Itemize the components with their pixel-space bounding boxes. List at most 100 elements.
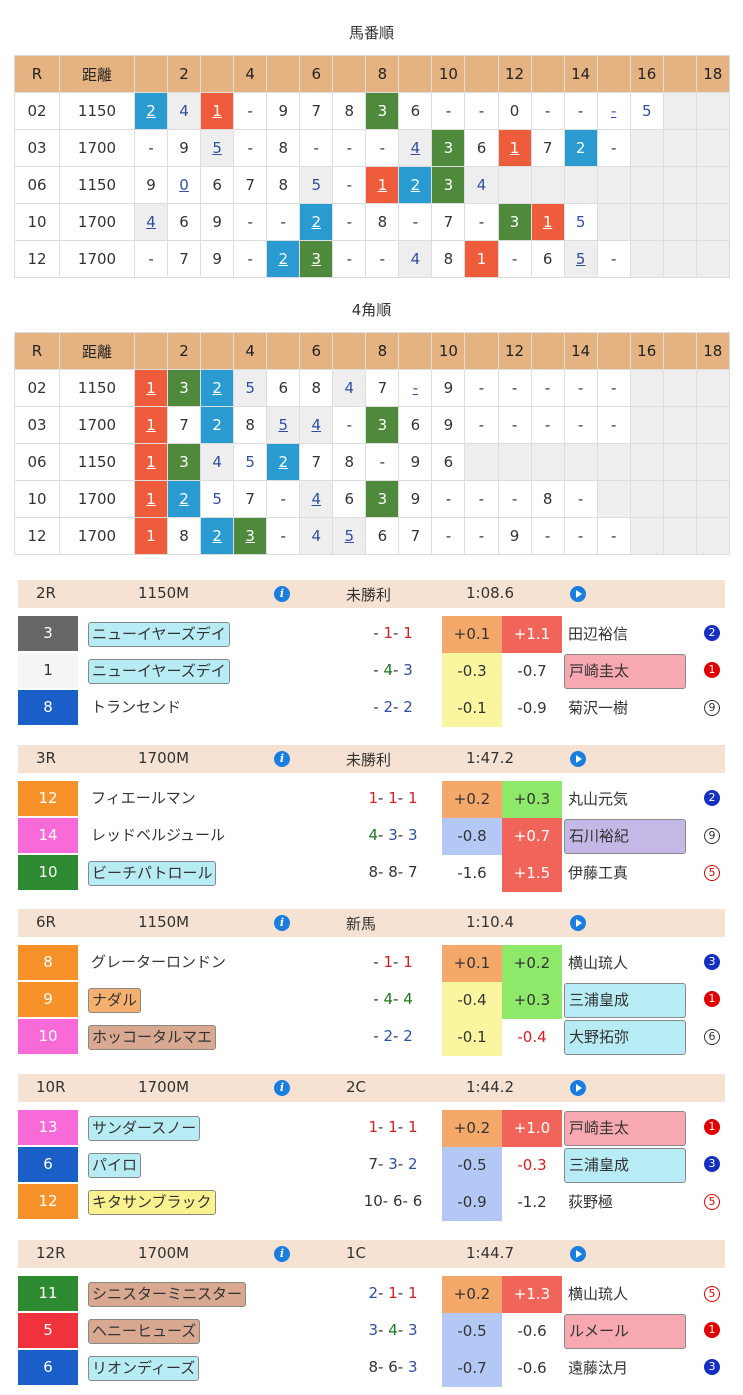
position-cell[interactable]: 4 bbox=[398, 129, 433, 167]
position-cell: 6 bbox=[398, 92, 433, 130]
jockey-name: 丸山元気 bbox=[568, 790, 629, 808]
jockey-name[interactable]: 石川裕紀 bbox=[564, 819, 686, 854]
passing-position: 1 bbox=[407, 1118, 418, 1136]
popularity-badge: 2 bbox=[704, 790, 720, 806]
position-cell: 4 bbox=[398, 240, 433, 278]
position-cell[interactable]: 2 bbox=[200, 517, 235, 555]
result-row: 10 ビーチパトロール 8- 8- 7 -1.6 +1.5 伊藤工真 5 bbox=[18, 855, 725, 892]
race-class: 2C bbox=[346, 1078, 367, 1096]
position-cell: 8 bbox=[431, 240, 466, 278]
position-cell: - bbox=[464, 480, 499, 518]
result-row: 1 ニューイヤーズデイ - 4- 3 -0.3 -0.7 戸崎圭太 1 bbox=[18, 653, 725, 690]
passing-position: 4 bbox=[368, 826, 379, 844]
position-cell[interactable]: 3 bbox=[299, 240, 334, 278]
horse-number: 10 bbox=[18, 855, 78, 890]
position-cell[interactable]: 4 bbox=[133, 203, 169, 241]
passing-position: 2 bbox=[383, 1027, 393, 1045]
position-cell[interactable]: 1 bbox=[530, 203, 565, 241]
popularity-badge: 3 bbox=[704, 1359, 720, 1375]
position-cell[interactable]: 4 bbox=[299, 480, 334, 518]
info-icon[interactable]: i bbox=[274, 915, 290, 931]
position-cell: 5 bbox=[233, 369, 268, 407]
horse-name-link[interactable]: パイロ bbox=[88, 1153, 142, 1178]
table-row: 02 1150 2 4 1-9 7 8 3 6- -0- - -5 bbox=[14, 92, 730, 130]
passing-position: 3 bbox=[388, 1155, 398, 1173]
position-cell: - bbox=[464, 369, 499, 407]
position-cell[interactable]: 1 bbox=[133, 443, 169, 481]
position-cell[interactable]: 1 bbox=[133, 369, 169, 407]
position-cell[interactable]: 1 bbox=[200, 92, 235, 130]
jockey-name[interactable]: 大野拓弥 bbox=[564, 1020, 686, 1055]
header-cell bbox=[332, 55, 367, 93]
position-cell[interactable]: 1 bbox=[497, 129, 532, 167]
jockey-name[interactable]: 戸崎圭太 bbox=[564, 1111, 686, 1146]
position-cell: 9 bbox=[431, 369, 466, 407]
position-cell: 3 bbox=[431, 129, 466, 167]
position-cell[interactable]: 5 bbox=[332, 517, 367, 555]
play-icon[interactable] bbox=[570, 586, 586, 602]
play-icon[interactable] bbox=[570, 915, 586, 931]
position-cell[interactable]: 1 bbox=[365, 166, 400, 204]
horse-name-link[interactable]: ビーチパトロール bbox=[88, 861, 217, 886]
race-distance: 1700M bbox=[138, 749, 190, 767]
play-icon[interactable] bbox=[570, 1246, 586, 1262]
position-cell: 9 bbox=[497, 517, 532, 555]
passing-position: - bbox=[393, 698, 404, 716]
race-number-cell: 12 bbox=[14, 517, 60, 555]
jockey-name[interactable]: 戸崎圭太 bbox=[564, 654, 686, 689]
horse-name-link[interactable]: レッドベルジュール bbox=[88, 824, 228, 847]
position-cell[interactable]: 3 bbox=[233, 517, 268, 555]
position-cell: 2 bbox=[200, 406, 235, 444]
position-cell[interactable]: 4 bbox=[299, 406, 334, 444]
horse-name-link[interactable]: ホッコータルマエ bbox=[88, 1025, 217, 1050]
race-time: 1:44.2 bbox=[466, 1078, 514, 1096]
horse-name-link[interactable]: サンダースノー bbox=[88, 1116, 201, 1141]
position-cell[interactable]: 1 bbox=[133, 406, 169, 444]
position-cell: - bbox=[464, 517, 499, 555]
race-number-cell: 02 bbox=[14, 92, 60, 130]
jockey-name[interactable]: 三浦皇成 bbox=[564, 1148, 686, 1183]
passing-position: - bbox=[373, 624, 384, 642]
position-cell[interactable]: 5 bbox=[200, 129, 235, 167]
distance-cell: 1700 bbox=[59, 129, 135, 167]
position-cell bbox=[662, 369, 697, 407]
horse-name-link[interactable]: キタサンブラック bbox=[88, 1190, 216, 1215]
info-icon[interactable]: i bbox=[274, 751, 290, 767]
horse-name-link[interactable]: ヘニーヒューズ bbox=[88, 1319, 201, 1344]
last-3f-diff: -0.4 bbox=[517, 1028, 547, 1046]
position-cell[interactable]: 2 bbox=[266, 240, 301, 278]
horse-name-link[interactable]: ニューイヤーズデイ bbox=[88, 622, 230, 647]
info-icon[interactable]: i bbox=[274, 1080, 290, 1096]
horse-name-link[interactable]: ニューイヤーズデイ bbox=[88, 659, 230, 684]
position-cell[interactable]: 2 bbox=[167, 480, 202, 518]
horse-name-link[interactable]: リオンディーズ bbox=[88, 1356, 200, 1381]
position-cell: - bbox=[530, 406, 565, 444]
corner-table: R 距離 2 4 6 8 10 12 14 16 18 02 1150 1 3 2 5 6 8 4 7-9- - - - -03… bbox=[14, 332, 730, 555]
jockey-name[interactable]: 三浦皇成 bbox=[564, 983, 686, 1018]
horse-name-link[interactable]: フィエールマン bbox=[88, 787, 199, 810]
jockey-name[interactable]: ルメール bbox=[564, 1314, 686, 1349]
horse-name-link[interactable]: ナダル bbox=[88, 988, 142, 1013]
position-cell[interactable]: 2 bbox=[133, 92, 169, 130]
position-cell[interactable]: 5 bbox=[266, 406, 301, 444]
play-icon[interactable] bbox=[570, 751, 586, 767]
info-icon[interactable]: i bbox=[274, 586, 290, 602]
position-cell[interactable]: 1 bbox=[133, 480, 169, 518]
position-cell[interactable]: 2 bbox=[200, 369, 235, 407]
position-cell bbox=[629, 203, 664, 241]
position-cell bbox=[629, 406, 664, 444]
position-cell bbox=[662, 406, 697, 444]
info-icon[interactable]: i bbox=[274, 1246, 290, 1262]
position-cell[interactable]: 2 bbox=[266, 443, 301, 481]
position-cell[interactable]: - bbox=[398, 369, 433, 407]
position-cell[interactable]: 0 bbox=[167, 166, 202, 204]
horse-name-link[interactable]: グレーターロンドン bbox=[88, 951, 229, 974]
horse-name-link[interactable]: トランセンド bbox=[88, 696, 184, 719]
play-icon[interactable] bbox=[570, 1080, 586, 1096]
position-cell[interactable]: 2 bbox=[398, 166, 433, 204]
position-cell[interactable]: - bbox=[596, 92, 631, 130]
position-cell[interactable]: 2 bbox=[299, 203, 334, 241]
horse-name-link[interactable]: シニスターミニスター bbox=[88, 1282, 247, 1307]
position-cell[interactable]: 5 bbox=[563, 240, 598, 278]
header-cell: 4 bbox=[233, 332, 268, 370]
